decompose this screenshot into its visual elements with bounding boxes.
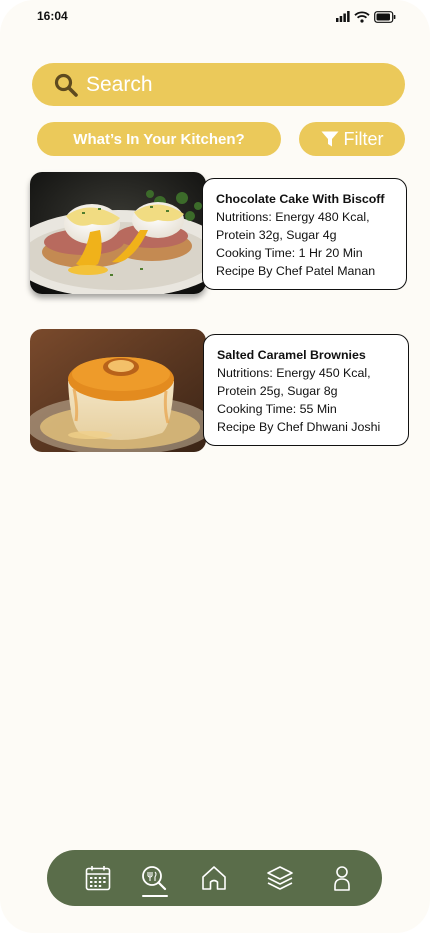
- recipe-card-chocolate-cake[interactable]: Chocolate Cake With Biscoff Nutritions: …: [202, 178, 407, 290]
- recipe-search-icon[interactable]: [140, 864, 168, 892]
- recipe-image-caramel-flan[interactable]: [30, 329, 206, 452]
- search-bar[interactable]: [32, 63, 405, 106]
- search-icon: [54, 73, 78, 97]
- kitchen-button-label: What’s In Your Kitchen?: [73, 130, 245, 148]
- filter-icon: [321, 131, 338, 146]
- wifi-icon: [354, 11, 370, 23]
- recipe-chef: Recipe By Chef Patel Manan: [216, 264, 376, 278]
- whats-in-your-kitchen-button[interactable]: What’s In Your Kitchen?: [37, 122, 281, 156]
- home-icon[interactable]: [200, 864, 228, 892]
- search-input[interactable]: [86, 63, 386, 106]
- battery-icon: [374, 11, 396, 23]
- profile-icon[interactable]: [328, 864, 356, 892]
- recipe-nutrition: Nutritions: Energy 480 Kcal,: [216, 210, 370, 224]
- bottom-nav: [47, 850, 382, 906]
- eggs-benedict-photo: [30, 172, 206, 294]
- recipe-card-salted-caramel[interactable]: Salted Caramel Brownies Nutritions: Ener…: [203, 334, 409, 446]
- recipe-chef: Recipe By Chef Dhwani Joshi: [217, 420, 381, 434]
- status-time: 16:04: [37, 9, 68, 23]
- recipe-cooking-time: Cooking Time: 55 Min: [217, 402, 337, 416]
- filter-button-label: Filter: [343, 128, 384, 149]
- recipe-nutrition: Nutritions: Energy 450 Kcal,: [217, 366, 371, 380]
- recipe-image-eggs-benedict[interactable]: [30, 172, 206, 294]
- app-screen: 16:04 What’s In Your Kitchen?: [0, 0, 430, 933]
- calendar-icon[interactable]: [84, 864, 112, 892]
- recipe-nutrition-detail: Protein 32g, Sugar 4g: [216, 228, 337, 242]
- recipe-nutrition-detail: Protein 25g, Sugar 8g: [217, 384, 338, 398]
- active-tab-indicator: [142, 895, 168, 897]
- recipe-cooking-time: Cooking Time: 1 Hr 20 Min: [216, 246, 363, 260]
- cellular-signal-icon: [336, 11, 350, 22]
- caramel-flan-photo: [30, 329, 206, 452]
- filter-button[interactable]: Filter: [299, 122, 405, 156]
- recipe-title: Salted Caramel Brownies: [217, 348, 366, 362]
- layers-icon[interactable]: [266, 864, 294, 892]
- recipe-title: Chocolate Cake With Biscoff: [216, 192, 385, 206]
